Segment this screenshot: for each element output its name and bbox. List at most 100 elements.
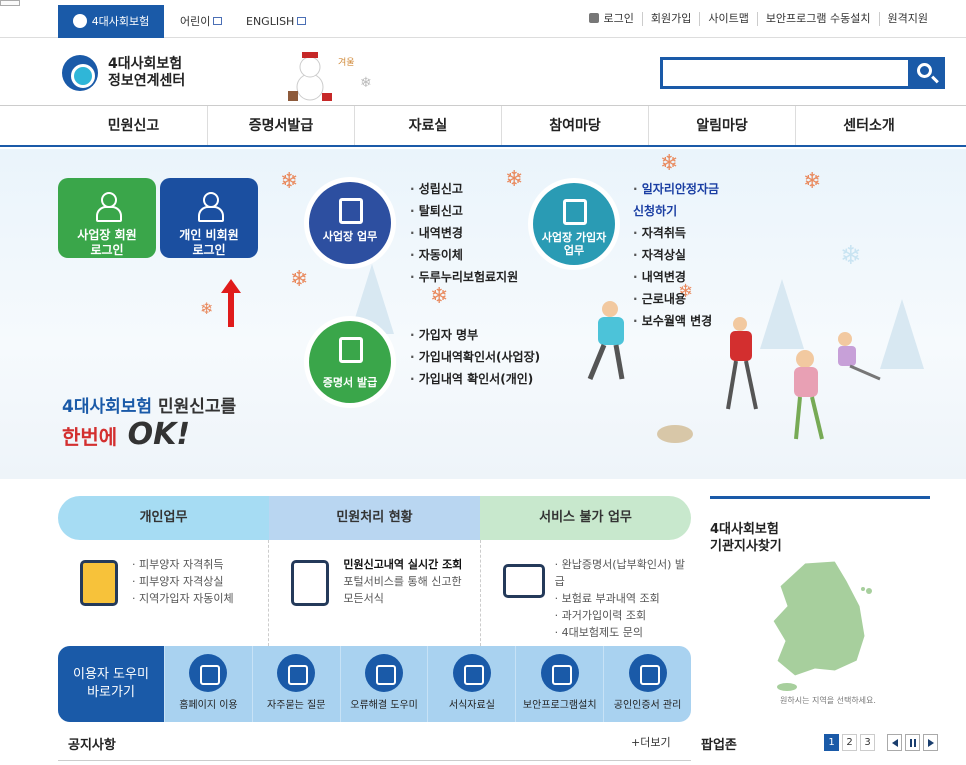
list-item[interactable]: 자격취득	[633, 222, 719, 244]
list-item[interactable]: 과거가입이력 조회	[555, 607, 691, 624]
list-item[interactable]: 자격상실	[633, 244, 719, 266]
helper-faq[interactable]: 자주묻는 질문	[251, 646, 340, 722]
shield-icon	[540, 654, 579, 692]
map-title: 4대사회보험 기관지사찾기	[710, 522, 782, 554]
realtime-lookup-link[interactable]: 민원신고내역 실시간 조회	[343, 556, 462, 573]
skaters-illustration	[587, 301, 881, 443]
window-stub	[0, 0, 20, 6]
list-item[interactable]: 보험료 부과내역 조회	[555, 590, 691, 607]
list-item[interactable]: 성립신고	[410, 178, 518, 200]
tab-unavailable-services[interactable]: 서비스 불가 업무	[480, 496, 691, 540]
tab-4insurance[interactable]: 4대사회보험	[58, 5, 164, 38]
list-item[interactable]: 완납증명서(납부확인서) 발급	[555, 556, 691, 590]
popup-pause-button[interactable]	[905, 734, 920, 751]
subscriber-work-circle[interactable]: 사업장 가입자 업무	[528, 178, 620, 270]
list-item[interactable]: 지역가입자 자동이체	[132, 590, 234, 607]
logo-line1: 4대사회보험	[108, 56, 183, 72]
helper-certificate-manage[interactable]: 공인인증서 관리	[603, 646, 691, 722]
certificate-circle[interactable]: 증명서 발급	[304, 316, 396, 408]
list-item[interactable]: 4대보험제도 문의	[555, 624, 691, 641]
nav-library[interactable]: 자료실	[354, 106, 501, 145]
new-window-icon	[297, 17, 307, 25]
red-arrow-icon	[221, 279, 241, 327]
top-utility-bar: 4대사회보험 어린이 ENGLISH 로그인 회원가입 사이트맵 보안프로그램 …	[0, 0, 966, 38]
personal-work-column: 피부양자 자격취득 피부양자 자격상실 지역가입자 자동이체	[58, 540, 270, 646]
helper-error-resolution[interactable]: 오류해결 도우미	[339, 646, 428, 722]
tagline: 4대사회보험 민원신고를	[62, 397, 237, 417]
list-item[interactable]: 내역변경	[633, 266, 719, 288]
security-install-link[interactable]: 보안프로그램 수동설치	[756, 12, 879, 26]
list-item[interactable]: 탈퇴신고	[410, 200, 518, 222]
list-item[interactable]: 피부양자 자격취득	[132, 556, 234, 573]
monitor-icon	[502, 564, 545, 598]
snowflake-icon: ❄	[200, 299, 214, 318]
popup-page-2[interactable]: 2	[842, 734, 857, 751]
main-visual: ❄ ❄ ❄ ❄ ❄ ❄ ❄ ❄ ❄ 사업장 회원 로그인 개인 비회원 로그인 …	[0, 149, 966, 479]
logo-mini-icon	[72, 14, 87, 28]
description-text: 포털서비스를 통해 신고한	[343, 575, 462, 588]
list-item[interactable]: 일자리안정자금 신청하기	[633, 178, 719, 222]
business-member-login-button[interactable]: 사업장 회원 로그인	[58, 178, 156, 258]
clipboard-check-icon	[452, 654, 491, 692]
services-panel: 개인업무 민원처리 현황 서비스 불가 업무 피부양자 자격취득 피부양자 자격…	[58, 496, 691, 646]
nav-complaint-report[interactable]: 민원신고	[60, 106, 207, 145]
snowman-illustration: 겨울 ❄	[288, 52, 372, 101]
chat-bubble-icon	[277, 654, 316, 692]
list-item[interactable]: 내역변경	[410, 222, 518, 244]
tagline-ok: 한번에 OK!	[62, 417, 191, 452]
popup-prev-button[interactable]	[887, 734, 902, 751]
list-item[interactable]: 가입내역확인서(사업장)	[410, 346, 540, 368]
search-input[interactable]	[660, 57, 908, 89]
description-text: 모든서식	[343, 592, 384, 605]
header: 4대사회보험 정보연계센터 겨울 ❄	[0, 39, 966, 105]
personal-nonmember-login-button[interactable]: 개인 비회원 로그인	[160, 178, 258, 258]
login-link[interactable]: 로그인	[581, 12, 641, 26]
lock-icon	[589, 13, 600, 23]
snowflake-icon: ❄	[280, 169, 299, 194]
popup-pager: 1 2 3	[824, 734, 938, 751]
services-tabs: 개인업무 민원처리 현황 서비스 불가 업무	[58, 496, 691, 540]
lightbulb-icon	[365, 654, 404, 692]
sitemap-link[interactable]: 사이트맵	[699, 12, 756, 26]
page: 4대사회보험 어린이 ENGLISH 로그인 회원가입 사이트맵 보안프로그램 …	[0, 0, 966, 765]
list-item[interactable]: 자동이체	[410, 244, 518, 266]
browser-icon	[189, 654, 228, 692]
helper-title: 이용자 도우미 바로가기	[58, 646, 164, 722]
notice-more-link[interactable]: +더보기	[631, 734, 671, 750]
snowflake-icon: ❄	[803, 169, 822, 194]
helper-security-install[interactable]: 보안프로그램설치	[515, 646, 603, 722]
tab-kids[interactable]: 어린이	[180, 5, 223, 38]
signup-link[interactable]: 회원가입	[641, 12, 699, 26]
svg-text:❄: ❄	[360, 75, 372, 91]
nav-about[interactable]: 센터소개	[795, 106, 942, 145]
tab-english[interactable]: ENGLISH	[246, 5, 307, 38]
nav-certificate[interactable]: 증명서발급	[207, 106, 354, 145]
site-logo[interactable]: 4대사회보험 정보연계센터	[62, 55, 185, 91]
lock-icon	[628, 654, 667, 692]
checkbox-icon	[563, 199, 587, 225]
complaint-status-column: 민원신고내역 실시간 조회 포털서비스를 통해 신고한 모든서식	[269, 540, 481, 646]
list-item[interactable]: 가입내역 확인서(개인)	[410, 368, 540, 390]
helper-homepage-usage[interactable]: 홈페이지 이용	[164, 646, 252, 722]
helper-form-library[interactable]: 서식자료실	[427, 646, 515, 722]
popup-next-button[interactable]	[923, 734, 938, 751]
remote-support-link[interactable]: 원격지원	[878, 12, 936, 26]
list-item[interactable]: 피부양자 자격상실	[132, 573, 234, 590]
nav-notice[interactable]: 알림마당	[648, 106, 795, 145]
person-icon	[198, 192, 224, 222]
tab-complaint-status[interactable]: 민원처리 현황	[269, 496, 480, 540]
clipboard-icon	[80, 560, 118, 606]
main-navigation: 민원신고 증명서발급 자료실 참여마당 알림마당 센터소개	[0, 105, 966, 147]
popup-page-1[interactable]: 1	[824, 734, 839, 751]
nav-participation[interactable]: 참여마당	[501, 106, 648, 145]
list-item[interactable]: 가입자 명부	[410, 324, 540, 346]
stack-books-icon	[339, 337, 363, 363]
korea-map[interactable]	[765, 561, 875, 691]
popup-page-3[interactable]: 3	[860, 734, 875, 751]
tab-personal-work[interactable]: 개인업무	[58, 496, 269, 540]
list-item[interactable]: 두루누리보험료지원	[410, 266, 518, 288]
office-finder-map: 4대사회보험 기관지사찾기 원하시는 지역을 선택하세요.	[710, 496, 930, 721]
search-button[interactable]	[908, 57, 945, 89]
business-work-circle[interactable]: 사업장 업무	[304, 177, 396, 269]
business-work-list: 성립신고 탈퇴신고 내역변경 자동이체 두루누리보험료지원	[410, 178, 518, 288]
